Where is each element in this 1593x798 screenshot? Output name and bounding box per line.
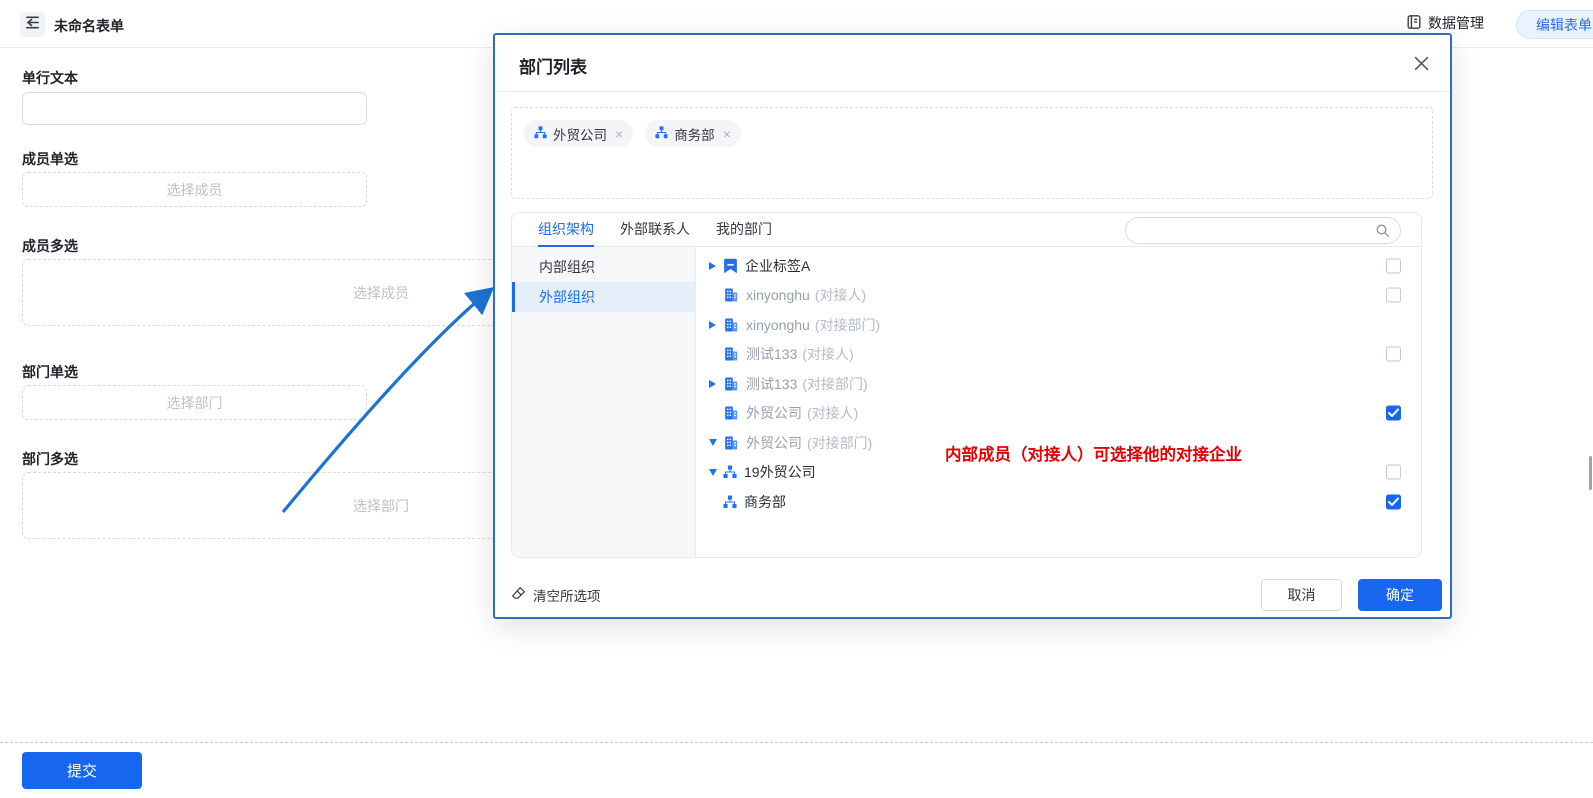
tree-node-suffix: (对接部门)	[802, 374, 867, 394]
bottom-dashed-divider	[0, 742, 1593, 743]
field-label-member-single: 成员单选	[22, 149, 78, 169]
selected-tag: 外贸公司 ×	[524, 120, 633, 147]
submit-button[interactable]: 提交	[22, 752, 142, 789]
building-icon	[723, 317, 739, 333]
bookmark-icon	[723, 258, 738, 274]
tree-row[interactable]: xinyonghu (对接人)	[696, 281, 1421, 311]
row-checkbox-checked[interactable]	[1386, 406, 1401, 421]
org-icon	[534, 126, 547, 142]
search-box	[1125, 217, 1401, 244]
member-single-select[interactable]: 选择成员	[22, 172, 367, 207]
single-line-text-input[interactable]	[22, 92, 367, 125]
confirm-button[interactable]: 确定	[1358, 579, 1442, 611]
chevron-right-icon[interactable]	[709, 380, 721, 388]
row-checkbox[interactable]	[1386, 288, 1401, 303]
tree-node-name: 外贸公司	[746, 433, 802, 453]
scrollbar-thumb[interactable]	[1589, 456, 1592, 490]
tree-row[interactable]: xinyonghu (对接部门)	[696, 310, 1421, 340]
modal-header: 部门列表	[495, 35, 1450, 92]
row-checkbox[interactable]	[1386, 347, 1401, 362]
row-checkbox-checked[interactable]	[1386, 494, 1401, 509]
tree-node-suffix: (对接人)	[807, 403, 858, 423]
modal-title: 部门列表	[519, 53, 587, 78]
page: 未命名表单 数据管理 编辑表单 单行文本 成员单选 选择成员 成员多选 选择成员…	[0, 0, 1593, 798]
remove-tag-icon[interactable]: ×	[615, 126, 623, 142]
tree-node-name: 19外贸公司	[744, 462, 816, 482]
org-icon	[655, 126, 668, 142]
chevron-right-icon[interactable]	[709, 262, 721, 270]
chevron-right-icon[interactable]	[709, 321, 721, 329]
close-icon[interactable]	[1410, 52, 1432, 74]
edit-form-button[interactable]: 编辑表单	[1516, 10, 1593, 39]
tree-row[interactable]: 商务部	[696, 487, 1421, 517]
selected-tag-label: 商务部	[674, 124, 715, 144]
collapse-arrow-icon	[24, 14, 41, 36]
tree-node-name: xinyonghu	[746, 317, 810, 333]
building-icon	[723, 435, 739, 451]
clear-selection-label: 清空所选项	[533, 585, 601, 605]
picker-body: 内部组织 外部组织 企业标签A xinyonghu (对接人) xinyonghu (对…	[512, 247, 1421, 558]
org-side-panel: 内部组织 外部组织	[512, 247, 696, 558]
tree-row[interactable]: 企业标签A	[696, 251, 1421, 281]
tree-node-name: 测试133	[746, 374, 797, 394]
tree-row[interactable]: 外贸公司(对接人)	[696, 399, 1421, 429]
modal-footer: 清空所选项 取消 确定	[495, 559, 1450, 617]
tab-my-department[interactable]: 我的部门	[716, 213, 772, 247]
tab-org-structure[interactable]: 组织架构	[538, 213, 594, 247]
tab-external-contacts[interactable]: 外部联系人	[620, 213, 690, 247]
org-tree: 企业标签Axinyonghu(对接人)xinyonghu(对接部门)测试133(…	[696, 247, 1421, 558]
building-icon	[723, 405, 739, 421]
form-title: 未命名表单	[54, 16, 124, 36]
collapse-sidebar-button[interactable]	[20, 12, 45, 37]
selected-tag-label: 外贸公司	[553, 124, 607, 144]
chevron-down-icon[interactable]	[709, 439, 721, 446]
data-manage-button[interactable]: 数据管理	[1406, 13, 1484, 33]
org-icon	[723, 495, 737, 509]
cancel-button[interactable]: 取消	[1261, 579, 1342, 611]
tree-node-name: 企业标签A	[745, 256, 810, 276]
search-icon[interactable]	[1375, 223, 1390, 238]
tree-node-suffix: (对接人)	[815, 285, 866, 305]
sidebar-item-internal-org[interactable]: 内部组织	[512, 252, 695, 282]
tree-node-suffix: (对接人)	[802, 344, 853, 364]
tree-node-suffix: (对接部门)	[807, 433, 872, 453]
selected-tags-box: 外贸公司 × 商务部 ×	[511, 107, 1433, 199]
row-checkbox[interactable]	[1386, 258, 1401, 273]
clear-selection-button[interactable]: 清空所选项	[511, 585, 601, 605]
building-icon	[723, 346, 739, 362]
dept-single-select[interactable]: 选择部门	[22, 385, 367, 420]
data-manage-label: 数据管理	[1428, 13, 1484, 33]
selected-tag: 商务部 ×	[645, 120, 741, 147]
tree-node-suffix: (对接部门)	[815, 315, 880, 335]
document-icon	[1406, 14, 1422, 33]
remove-tag-icon[interactable]: ×	[723, 126, 731, 142]
tree-row[interactable]: 测试133(对接部门)	[696, 369, 1421, 399]
org-picker: 组织架构 外部联系人 我的部门 内部组织 外部组织	[511, 212, 1422, 558]
org-icon	[723, 465, 737, 479]
tree-row[interactable]: 测试133(对接人)	[696, 340, 1421, 370]
chevron-down-icon[interactable]	[709, 469, 721, 476]
field-label-dept-single: 部门单选	[22, 362, 78, 382]
annotation-text: 内部成员（对接人）可选择他的对接企业	[945, 441, 1242, 465]
search-input[interactable]	[1126, 223, 1375, 238]
building-icon	[723, 376, 739, 392]
field-label-member-multi: 成员多选	[22, 236, 78, 256]
tree-node-name: 测试133	[746, 344, 797, 364]
row-checkbox[interactable]	[1386, 465, 1401, 480]
picker-tabs: 组织架构 外部联系人 我的部门	[512, 213, 1421, 247]
field-label-single-text: 单行文本	[22, 68, 78, 88]
tree-node-name: 外贸公司	[746, 403, 802, 423]
sidebar-item-external-org[interactable]: 外部组织	[512, 282, 695, 312]
tree-node-name: 商务部	[744, 492, 786, 512]
building-icon	[723, 287, 739, 303]
eraser-icon	[511, 586, 526, 604]
department-list-modal: 部门列表 外贸公司 ×	[493, 33, 1452, 619]
tree-node-name: xinyonghu	[746, 287, 810, 303]
field-label-dept-multi: 部门多选	[22, 449, 78, 469]
